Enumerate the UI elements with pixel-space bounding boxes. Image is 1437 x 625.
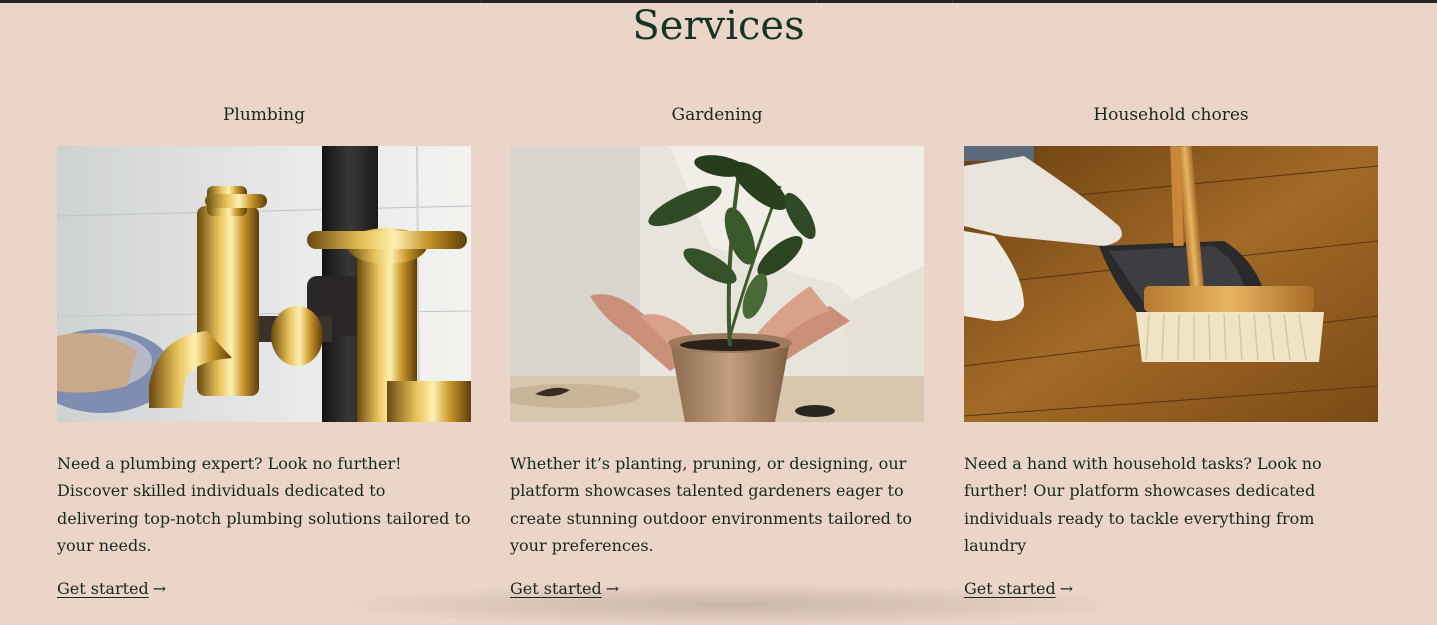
service-card-gardening: Gardening Whether it’s planting, pruning…	[510, 102, 924, 600]
gardening-image	[510, 146, 924, 422]
card-title: Gardening	[671, 105, 763, 125]
card-description: Whether it’s planting, pruning, or desig…	[510, 454, 913, 556]
arrow-right-icon: →	[152, 578, 167, 598]
household-chores-image	[964, 146, 1378, 422]
section-title: Services	[632, 3, 805, 49]
plumbing-image	[57, 146, 471, 422]
get-started-link-plumbing[interactable]: Get started →	[57, 578, 166, 600]
card-title: Household chores	[1093, 105, 1249, 125]
service-card-plumbing: Plumbing Need a plumbing expert? Look no…	[57, 102, 471, 600]
card-description: Need a plumbing expert? Look no further!…	[57, 454, 471, 556]
card-title: Plumbing	[222, 105, 306, 125]
service-card-household-chores: Household chores Need a hand with househ…	[964, 102, 1378, 600]
card-description: Need a hand with household tasks? Look n…	[964, 454, 1322, 556]
bottom-shadow	[350, 585, 1110, 625]
